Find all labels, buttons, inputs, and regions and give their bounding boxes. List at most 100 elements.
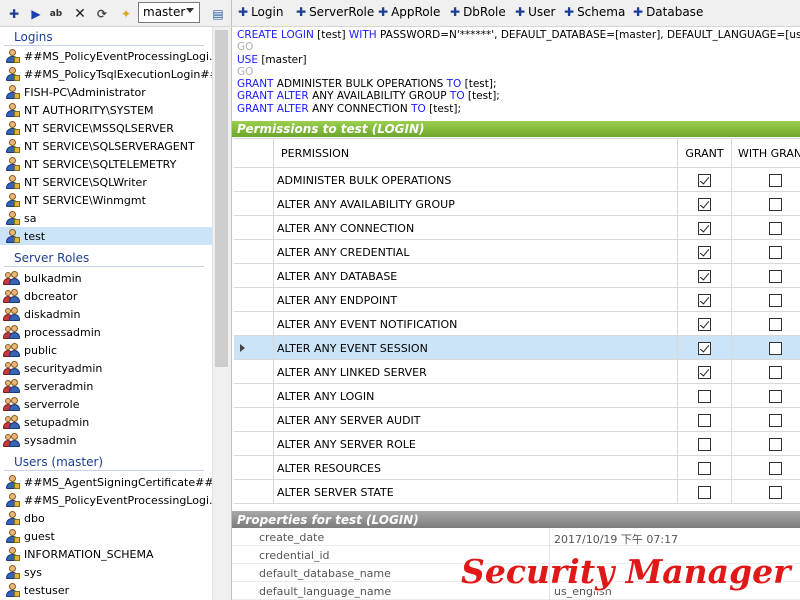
users-group-header[interactable]: Users (master) — [0, 453, 212, 471]
logins-item[interactable]: sa — [0, 209, 212, 227]
sql-script-editor[interactable]: CREATE LOGIN [test] WITH PASSWORD=N'****… — [232, 27, 800, 120]
scrollbar-thumb[interactable] — [215, 30, 228, 367]
row-indicator[interactable] — [234, 480, 274, 504]
row-indicator[interactable] — [234, 408, 274, 432]
with-grant-checkbox[interactable] — [769, 390, 782, 403]
grant-checkbox[interactable] — [698, 414, 711, 427]
with-grant-checkbox[interactable] — [769, 198, 782, 211]
logins-item[interactable]: NT AUTHORITY\SYSTEM — [0, 101, 212, 119]
users-item[interactable]: testuser — [0, 581, 212, 599]
users-item[interactable]: INFORMATION_SCHEMA — [0, 545, 212, 563]
new-schema-button[interactable]: ✚ Schema — [564, 5, 625, 19]
logins-group-header[interactable]: Logins — [0, 28, 212, 46]
permission-row[interactable]: ADMINISTER BULK OPERATIONS — [234, 168, 800, 192]
permission-row[interactable]: ALTER RESOURCES — [234, 456, 800, 480]
permission-row[interactable]: ALTER SERVER STATE — [234, 480, 800, 504]
grant-checkbox[interactable] — [698, 294, 711, 307]
permission-row[interactable]: ALTER ANY EVENT NOTIFICATION — [234, 312, 800, 336]
permission-row[interactable]: ALTER ANY LINKED SERVER — [234, 360, 800, 384]
add-icon[interactable]: ✚ — [6, 6, 22, 22]
new-db-role-button[interactable]: ✚ DbRole — [450, 5, 506, 19]
left-scrollbar[interactable] — [212, 27, 230, 600]
server_roles-item[interactable]: serveradmin — [0, 377, 212, 395]
execute-icon[interactable]: ▶ — [28, 6, 44, 22]
grant-checkbox[interactable] — [698, 318, 711, 331]
new-database-button[interactable]: ✚ Database — [633, 5, 703, 19]
grant-checkbox[interactable] — [698, 270, 711, 283]
with-grant-checkbox[interactable] — [769, 438, 782, 451]
row-indicator[interactable] — [234, 288, 274, 312]
server-roles-group-header[interactable]: Server Roles — [0, 249, 212, 267]
permission-row[interactable]: ALTER ANY CREDENTIAL — [234, 240, 800, 264]
logins-item[interactable]: test — [0, 227, 212, 245]
row-indicator[interactable] — [234, 264, 274, 288]
column-header-grant[interactable]: GRANT — [678, 139, 732, 168]
permission-row[interactable]: ALTER ANY EVENT SESSION — [234, 336, 800, 360]
server_roles-item[interactable]: public — [0, 341, 212, 359]
delete-icon[interactable]: ✕ — [72, 6, 88, 22]
logins-item[interactable]: NT SERVICE\MSSQLSERVER — [0, 119, 212, 137]
permission-row[interactable]: ALTER ANY AVAILABILITY GROUP — [234, 192, 800, 216]
server_roles-item[interactable]: diskadmin — [0, 305, 212, 323]
row-indicator[interactable] — [234, 240, 274, 264]
row-indicator[interactable] — [234, 192, 274, 216]
new-server-role-button[interactable]: ✚ ServerRole — [296, 5, 374, 19]
with-grant-checkbox[interactable] — [769, 174, 782, 187]
permission-row[interactable]: ALTER ANY SERVER ROLE — [234, 432, 800, 456]
with-grant-checkbox[interactable] — [769, 222, 782, 235]
logins-item[interactable]: NT SERVICE\Winmgmt — [0, 191, 212, 209]
row-indicator[interactable] — [234, 336, 274, 360]
refresh-icon[interactable]: ⟳ — [94, 6, 110, 22]
grant-checkbox[interactable] — [698, 198, 711, 211]
with-grant-checkbox[interactable] — [769, 342, 782, 355]
column-header-permission[interactable]: PERMISSION — [274, 139, 713, 168]
permission-row[interactable]: ALTER ANY LOGIN — [234, 384, 800, 408]
row-indicator[interactable] — [234, 168, 274, 192]
users-item[interactable]: guest — [0, 527, 212, 545]
with-grant-checkbox[interactable] — [769, 414, 782, 427]
row-indicator[interactable] — [234, 312, 274, 336]
row-indicator[interactable] — [234, 216, 274, 240]
column-header-with-grant[interactable]: WITH GRANT — [732, 139, 800, 168]
with-grant-checkbox[interactable] — [769, 294, 782, 307]
chevron-down-icon[interactable] — [186, 8, 194, 13]
row-indicator[interactable] — [234, 456, 274, 480]
grant-checkbox[interactable] — [698, 342, 711, 355]
server_roles-item[interactable]: bulkadmin — [0, 269, 212, 287]
new-user-button[interactable]: ✚ User — [515, 5, 555, 19]
users-item[interactable]: ##MS_PolicyEventProcessingLogi... — [0, 491, 212, 509]
property-row[interactable]: create_date 2017/10/19 下午 07:17 — [232, 528, 800, 546]
tip-bulb-icon[interactable]: ✦ — [118, 6, 134, 22]
grant-checkbox[interactable] — [698, 222, 711, 235]
grant-checkbox[interactable] — [698, 462, 711, 475]
logins-item[interactable]: ##MS_PolicyEventProcessingLogi... — [0, 47, 212, 65]
logins-item[interactable]: NT SERVICE\SQLSERVERAGENT — [0, 137, 212, 155]
grant-checkbox[interactable] — [698, 174, 711, 187]
server_roles-item[interactable]: setupadmin — [0, 413, 212, 431]
users-item[interactable]: sys — [0, 563, 212, 581]
with-grant-checkbox[interactable] — [769, 486, 782, 499]
permission-row[interactable]: ALTER ANY ENDPOINT — [234, 288, 800, 312]
database-icon[interactable]: ▤ — [210, 6, 226, 22]
row-indicator[interactable] — [234, 384, 274, 408]
with-grant-checkbox[interactable] — [769, 318, 782, 331]
row-indicator[interactable] — [234, 360, 274, 384]
server_roles-item[interactable]: serverrole — [0, 395, 212, 413]
users-item[interactable]: dbo — [0, 509, 212, 527]
server_roles-item[interactable]: securityadmin — [0, 359, 212, 377]
with-grant-checkbox[interactable] — [769, 366, 782, 379]
grant-checkbox[interactable] — [698, 438, 711, 451]
new-app-role-button[interactable]: ✚ AppRole — [378, 5, 440, 19]
row-indicator[interactable] — [234, 432, 274, 456]
grant-checkbox[interactable] — [698, 486, 711, 499]
logins-item[interactable]: NT SERVICE\SQLTELEMETRY — [0, 155, 212, 173]
server_roles-item[interactable]: dbcreator — [0, 287, 212, 305]
server_roles-item[interactable]: sysadmin — [0, 431, 212, 449]
new-login-button[interactable]: ✚ Login — [238, 5, 283, 19]
users-item[interactable]: ##MS_AgentSigningCertificate## — [0, 473, 212, 491]
logins-item[interactable]: ##MS_PolicyTsqlExecutionLogin## — [0, 65, 212, 83]
logins-item[interactable]: NT SERVICE\SQLWriter — [0, 173, 212, 191]
logins-item[interactable]: FISH-PC\Administrator — [0, 83, 212, 101]
replace-text-icon[interactable]: ab — [48, 6, 64, 22]
grant-checkbox[interactable] — [698, 366, 711, 379]
